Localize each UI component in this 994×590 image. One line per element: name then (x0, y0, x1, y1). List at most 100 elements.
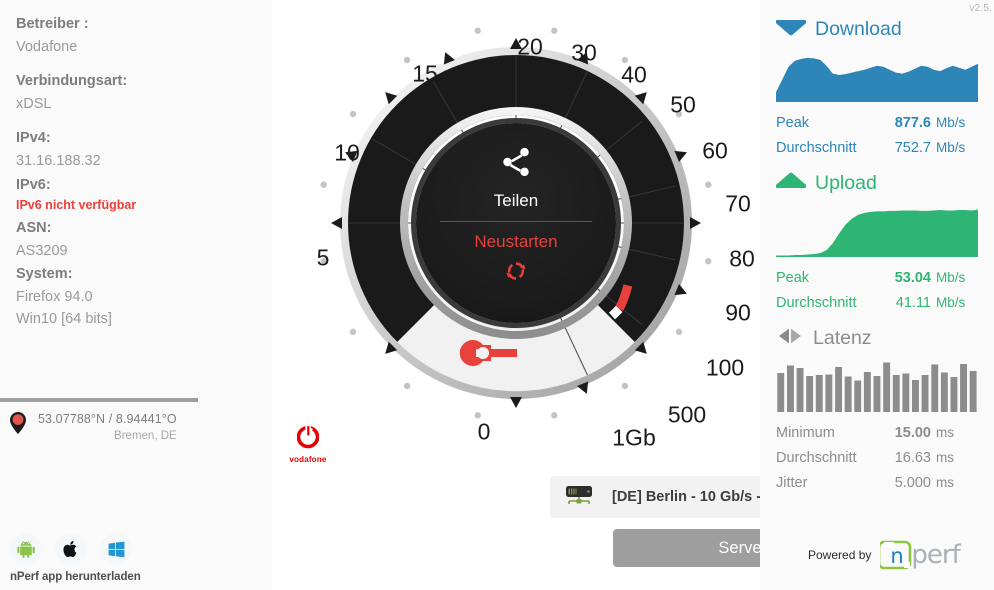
gauge-center-disc[interactable]: Teilen Neustarten (416, 123, 616, 323)
app-download-block: nPerf app herunterladen (10, 533, 141, 583)
latency-metric: Latenz Minimum 15.00 ms Durchschnitt 16.… (776, 324, 978, 496)
upload-peak-key: Peak (776, 269, 810, 286)
latency-average-key: Durchschnitt (776, 449, 857, 466)
info-label: Betreiber : (16, 16, 89, 32)
upload-peak-value: 53.04 (894, 269, 931, 286)
latency-average-unit: ms (936, 449, 954, 465)
gauge-tick-15: 15 (412, 60, 438, 87)
latency-minimum-key: Minimum (776, 424, 835, 441)
latency-average-row: Durchschnitt 16.63 ms (776, 446, 978, 471)
latency-icon (776, 327, 804, 350)
upload-triangle-icon (775, 172, 807, 195)
latency-jitter-row: Jitter 5.000 ms (776, 471, 978, 496)
gauge-tick-0: 0 (477, 418, 491, 445)
download-title: Download (815, 17, 902, 40)
upload-graph (776, 209, 978, 257)
info-field-asn: ASN: AS3209 (16, 218, 256, 262)
download-average-key: Durchschnitt (776, 139, 857, 156)
info-value: Vodafone (16, 38, 78, 55)
latency-bar (777, 372, 785, 412)
latency-average-value: 16.63 (894, 449, 931, 466)
android-icon[interactable] (10, 533, 42, 565)
latency-bar (835, 366, 842, 412)
nperf-mark-icon: n (880, 540, 912, 570)
download-peak-value: 877.6 (894, 115, 931, 131)
latency-bar (825, 374, 833, 412)
latency-jitter-key: Jitter (776, 474, 808, 491)
svg-text:n: n (891, 544, 904, 568)
vodafone-speechmark-icon (296, 425, 320, 449)
download-peak-row: Peak 877.6 Mb/s (776, 111, 978, 136)
latency-bar (863, 371, 871, 412)
download-peak-unit: Mb/s (936, 115, 966, 130)
map-pin-icon (10, 412, 26, 434)
powered-by-block: Powered by n perf (808, 538, 961, 572)
latency-bar (883, 362, 891, 412)
info-label: IPv6: (16, 176, 51, 193)
upload-peak-unit: Mb/s (936, 269, 966, 285)
info-label: ASN: (16, 219, 52, 236)
download-metric: Download Peak 877.6 Mb/s Durchschnitt 75… (775, 14, 978, 161)
info-label: Verbindungsart: (16, 73, 128, 90)
latency-bar (969, 370, 977, 412)
speedtest-app: Betreiber : Vodafone Verbindungsart: xDS… (0, 0, 994, 590)
nperf-logo[interactable]: n perf (880, 538, 961, 572)
latency-bar (950, 376, 958, 412)
version-label: v2.5. (969, 2, 992, 14)
latency-bar (796, 367, 804, 412)
gauge-tick-80: 80 (729, 245, 755, 272)
server-icon (564, 482, 594, 513)
app-download-caption: nPerf app herunterladen (10, 571, 141, 583)
restart-button[interactable]: Neustarten (474, 232, 558, 290)
upload-peak-row: Peak 53.04 Mb/s (776, 266, 978, 291)
latency-bar (806, 375, 814, 412)
info-field-ipv4: IPv4: 31.16.188.32 (16, 128, 256, 172)
sidebar-divider (0, 398, 198, 402)
geolocation-block: 53.07788°N / 8.94441°O Bremen, DE (10, 410, 260, 442)
upload-title: Upload (815, 172, 877, 195)
vodafone-wordmark: vodafone (289, 455, 327, 464)
info-value-browser: Firefox 94.0 (16, 288, 93, 305)
latency-title: Latenz (813, 327, 872, 350)
latency-bar (912, 379, 919, 412)
latency-bar (960, 363, 967, 412)
restart-label: Neustarten (474, 232, 558, 251)
gauge-tick-70: 70 (725, 190, 751, 217)
powered-by-label: Powered by (808, 548, 872, 562)
latency-jitter-unit: ms (936, 474, 954, 490)
latency-bar (815, 374, 823, 412)
speed-gauge: 0 5 10 15 20 30 40 50 60 70 80 90 100 50… (301, 8, 755, 451)
geo-city: Bremen, DE (114, 430, 177, 442)
info-field-system: System: Firefox 94.0 Win10 [64 bits] (16, 264, 256, 331)
gauge-area: 0 5 10 15 20 30 40 50 60 70 80 90 100 50… (272, 0, 994, 590)
gauge-tick-500: 500 (667, 401, 707, 428)
info-field-operator: Betreiber : Vodafone (16, 14, 256, 58)
refresh-icon (501, 257, 531, 290)
upload-average-key: Durchschnitt (776, 294, 857, 311)
geo-coordinates: 53.07788°N / 8.94441°O (38, 412, 177, 426)
gauge-tick-20: 20 (517, 33, 543, 60)
upload-average-value: 41.11 (895, 294, 931, 311)
gauge-tick-40: 40 (621, 61, 647, 88)
share-label: Teilen (493, 191, 539, 210)
windows-icon[interactable] (100, 533, 132, 565)
info-value-error: IPv6 nicht verfügbar (16, 198, 137, 213)
download-graph (776, 57, 978, 102)
gauge-tick-5: 5 (316, 244, 330, 271)
center-divider (440, 221, 592, 222)
share-icon (497, 145, 535, 184)
latency-bar (844, 376, 852, 412)
download-average-row: Durchschnitt 752.7 Mb/s (776, 136, 978, 161)
info-value: xDSL (16, 95, 52, 112)
latency-bar (892, 374, 900, 412)
info-field-connection-type: Verbindungsart: xDSL (16, 71, 256, 115)
apple-icon[interactable] (55, 533, 87, 565)
download-average-value: 752.7 (894, 139, 931, 156)
upload-average-unit: Mb/s (936, 294, 966, 310)
latency-jitter-value: 5.000 (894, 474, 931, 491)
latency-bar (787, 365, 794, 412)
share-button[interactable]: Teilen (494, 145, 538, 211)
download-peak-key: Peak (776, 115, 810, 131)
download-average-unit: Mb/s (936, 139, 966, 155)
info-value: AS3209 (16, 242, 68, 259)
